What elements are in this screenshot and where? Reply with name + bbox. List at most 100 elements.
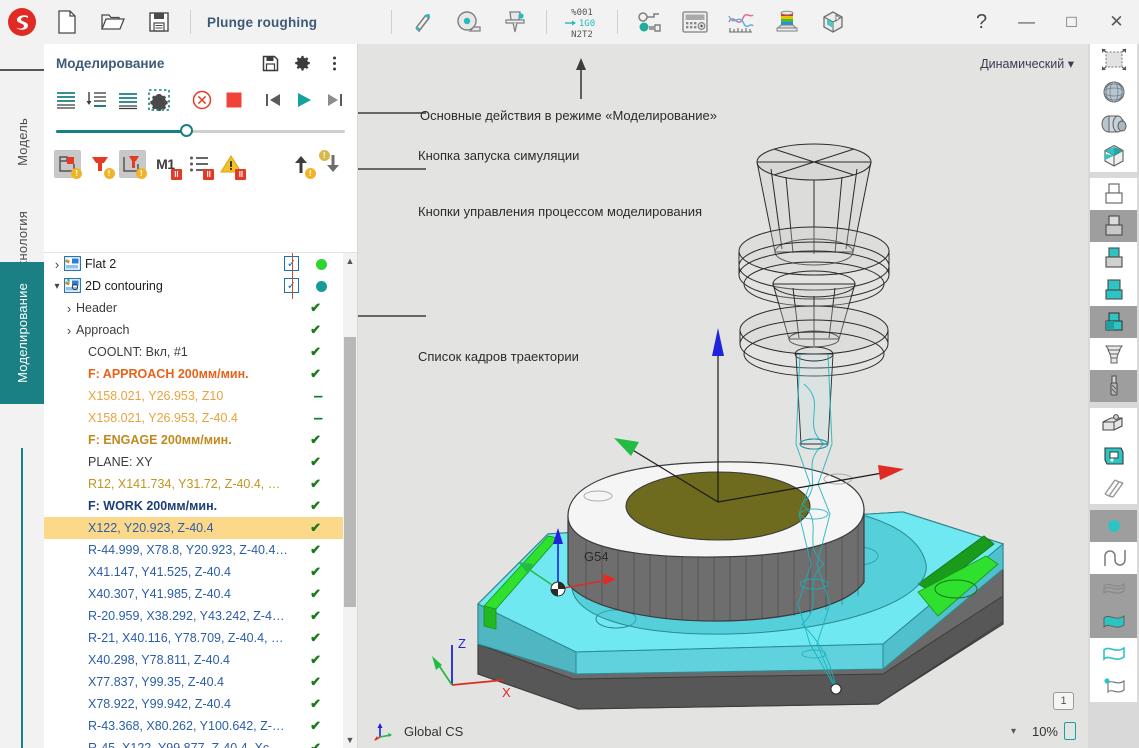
coordinate-system-dropdown[interactable]: ▾ <box>1011 726 1016 737</box>
tree-item-label: X158.021, Y26.953, Z10 <box>88 389 223 403</box>
sidebar-item-model[interactable]: Модель <box>0 96 44 188</box>
color-map-icon[interactable] <box>764 0 810 44</box>
tree-item-move-7[interactable]: X40.307, Y41.985, Z-40.4✔ <box>44 583 343 605</box>
stock-section-icon[interactable] <box>1090 306 1137 338</box>
nc-code-icon[interactable]: %001 1G0 N2T2 <box>555 0 609 44</box>
hamburger-menu-icon[interactable] <box>0 52 44 88</box>
fixture-icon[interactable] <box>1090 408 1137 440</box>
tree-item-move-2[interactable]: X158.021, Y26.953, Z-40.4– <box>44 407 343 429</box>
block-lines-icon[interactable] <box>115 86 142 114</box>
tree-item-move-6[interactable]: X41.147, Y41.525, Z-40.4✔ <box>44 561 343 583</box>
more-vertical-icon[interactable] <box>319 48 349 78</box>
stock-transparent-icon[interactable] <box>1090 242 1137 274</box>
surface-filled-icon[interactable] <box>1090 606 1137 638</box>
tree-item-move-3[interactable]: R12, X141.734, Y31.72, Z-40.4, Xc…✔ <box>44 473 343 495</box>
scroll-thumb[interactable] <box>344 337 356 607</box>
tree-item-flat2[interactable]: ›Flat 2✓ <box>44 253 343 275</box>
stock-layers-icon[interactable] <box>1090 338 1137 370</box>
gear-dashed-icon[interactable] <box>146 86 173 114</box>
step-down-icon[interactable]: ! <box>320 150 347 178</box>
save-icon[interactable] <box>255 48 285 78</box>
open-folder-icon[interactable] <box>90 0 136 44</box>
cancel-icon[interactable] <box>189 86 216 114</box>
play-icon[interactable] <box>290 86 317 114</box>
shaded-solid-icon[interactable] <box>1090 108 1137 140</box>
stock-collision-icon[interactable]: ! <box>54 150 81 178</box>
surface-point-icon[interactable] <box>1090 670 1137 702</box>
save-disk-icon[interactable] <box>136 0 182 44</box>
help-button[interactable]: ? <box>959 0 1004 44</box>
part-model-icon[interactable] <box>1090 440 1137 472</box>
speed-slider[interactable] <box>56 130 345 133</box>
stock-wireframe-icon[interactable] <box>1090 178 1137 210</box>
stop-icon[interactable] <box>220 86 247 114</box>
machining-simulation-scene[interactable]: G54 Z X <box>358 44 1088 748</box>
scroll-down-arrow[interactable]: ▼ <box>343 732 357 748</box>
graph-analysis-icon[interactable] <box>718 0 764 44</box>
chevron-down-icon[interactable]: ▾ <box>50 281 64 292</box>
tree-item-move-4[interactable]: X122, Y20.923, Z-40.4✔ <box>44 517 343 539</box>
machine-setup-icon[interactable] <box>626 0 672 44</box>
stock-shaded-icon[interactable] <box>1090 210 1137 242</box>
tree-item-move-13[interactable]: R-43.368, X80.262, Y100.642, Z-4…✔ <box>44 715 343 737</box>
tree-item-feed-engage[interactable]: F: ENGAGE 200мм/мин.✔ <box>44 429 343 451</box>
tree-item-move-12[interactable]: X78.922, Y99.942, Z-40.4✔ <box>44 693 343 715</box>
point-marker-icon[interactable] <box>1090 510 1137 542</box>
surface-outline-icon[interactable] <box>1090 638 1137 670</box>
surface-mesh-icon[interactable] <box>1090 574 1137 606</box>
speed-slider-knob[interactable] <box>180 124 193 137</box>
step-up-icon[interactable]: ! <box>288 150 315 178</box>
tree-item-move-9[interactable]: R-21, X40.116, Y78.709, Z-40.4, X…✔ <box>44 627 343 649</box>
caliper-icon[interactable] <box>492 0 538 44</box>
process-toolbar: ! ! ! M1 ll ll <box>44 144 357 184</box>
stock-box-icon[interactable] <box>810 0 856 44</box>
toolpath-list[interactable]: ›Flat 2✓▾2D contouring✓›Header✔›Approach… <box>44 252 357 748</box>
step-lines-icon[interactable] <box>52 86 79 114</box>
tree-item-move-5[interactable]: R-44.999, X78.8, Y20.923, Z-40.4, …✔ <box>44 539 343 561</box>
fit-to-window-icon[interactable] <box>1090 44 1137 76</box>
close-button[interactable]: ✕ <box>1094 0 1139 44</box>
tool-display-icon[interactable] <box>1090 370 1137 402</box>
chevron-right-icon[interactable]: › <box>62 301 76 316</box>
scroll-up-arrow[interactable]: ▲ <box>343 253 357 269</box>
magnet-snap-icon[interactable] <box>400 0 446 44</box>
tree-item-header[interactable]: ›Header✔ <box>44 297 343 319</box>
tree-item-approach[interactable]: ›Approach✔ <box>44 319 343 341</box>
m-functions-icon[interactable]: M1 ll <box>151 150 180 178</box>
tree-item-move-1[interactable]: X158.021, Y26.953, Z10– <box>44 385 343 407</box>
tree-item-move-14[interactable]: R-45, X122, Y99.877, Z-40.4, Xc10…✔ <box>44 737 343 748</box>
machine-collision-icon[interactable]: ! <box>119 150 146 178</box>
tree-item-feed-approach[interactable]: F: APPROACH 200мм/мин.✔ <box>44 363 343 385</box>
tree-item-plane-xy[interactable]: PLANE: XY✔ <box>44 451 343 473</box>
sidebar-item-simulation[interactable]: Моделирование <box>0 262 44 404</box>
toolpath-lines-icon[interactable] <box>1090 472 1137 504</box>
operation-flat-icon <box>64 256 82 272</box>
tree-item-coolnt[interactable]: COOLNT: Вкл, #1✔ <box>44 341 343 363</box>
tree-item-feed-work[interactable]: F: WORK 200мм/мин.✔ <box>44 495 343 517</box>
stock-solid-icon[interactable] <box>1090 274 1137 306</box>
list-stops-icon[interactable]: ll <box>185 150 212 178</box>
chevron-right-icon[interactable]: › <box>62 323 76 338</box>
view-cube-icon[interactable] <box>1090 140 1137 172</box>
play-to-end-icon[interactable] <box>322 86 349 114</box>
control-panel-icon[interactable] <box>672 0 718 44</box>
wireframe-sphere-icon[interactable] <box>1090 76 1137 108</box>
page-badge[interactable]: 1 <box>1053 692 1074 710</box>
warnings-icon[interactable]: ll <box>217 150 244 178</box>
chevron-right-icon[interactable]: › <box>50 257 64 272</box>
tree-item-move-10[interactable]: X40.298, Y78.811, Z-40.4✔ <box>44 649 343 671</box>
3d-viewport[interactable]: Динамический ▾ Основные действия в режим… <box>358 44 1088 748</box>
step-into-icon[interactable] <box>83 86 110 114</box>
tree-item-move-8[interactable]: R-20.959, X38.292, Y43.242, Z-40….✔ <box>44 605 343 627</box>
new-file-icon[interactable] <box>44 0 90 44</box>
tree-item-2d-contouring[interactable]: ▾2D contouring✓ <box>44 275 343 297</box>
rewind-icon[interactable] <box>259 86 286 114</box>
minimize-button[interactable]: — <box>1004 0 1049 44</box>
measure-icon[interactable] <box>446 0 492 44</box>
gear-icon[interactable] <box>287 48 317 78</box>
tree-item-move-11[interactable]: X77.837, Y99.35, Z-40.4✔ <box>44 671 343 693</box>
tool-collision-icon[interactable]: ! <box>86 150 113 178</box>
tree-scrollbar[interactable]: ▲ ▼ <box>343 253 357 748</box>
curve-icon[interactable] <box>1090 542 1137 574</box>
maximize-button[interactable]: □ <box>1049 0 1094 44</box>
